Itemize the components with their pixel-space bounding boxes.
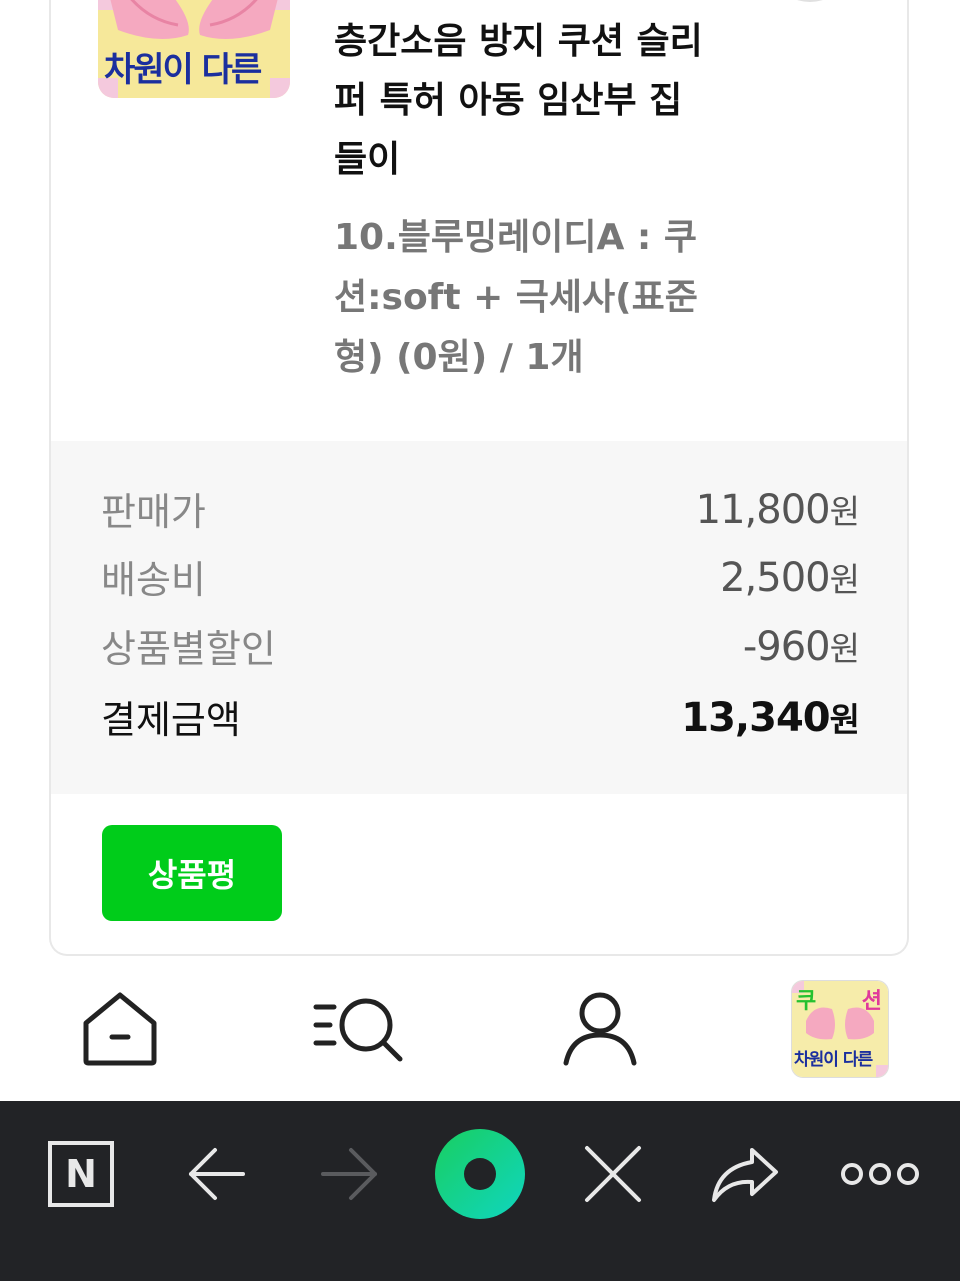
summary-amount: 2,500 bbox=[720, 554, 831, 601]
summary-label: 판매가 bbox=[101, 490, 206, 534]
tab-home[interactable] bbox=[60, 958, 180, 1100]
summary-label: 결제금액 bbox=[101, 698, 241, 742]
summary-row-shipping: 배송비 2,500원 bbox=[101, 549, 860, 604]
profile-text-left: 쿠 bbox=[796, 989, 817, 1014]
profile-thumbnail: 쿠 션 차원이 다른 bbox=[791, 980, 889, 1078]
search-list-icon bbox=[313, 998, 403, 1062]
summary-row-discount: 상품별할인 -960원 bbox=[101, 618, 860, 673]
user-icon bbox=[563, 992, 637, 1066]
summary-label: 상품별할인 bbox=[101, 627, 276, 671]
summary-row-price: 판매가 11,800원 bbox=[101, 481, 860, 536]
thumbnail-text: 차원이 다른 bbox=[104, 50, 262, 90]
tab-my[interactable] bbox=[540, 958, 660, 1100]
product-title[interactable]: 층간소음 방지 쿠션 슬리퍼 특허 아동 임산부 집들이 bbox=[334, 12, 714, 189]
summary-value: 2,500원 bbox=[720, 553, 860, 601]
bottom-tab-bar: 쿠 션 차원이 다른 bbox=[0, 958, 960, 1100]
summary-unit: 원 bbox=[829, 559, 860, 599]
summary-unit: 원 bbox=[829, 491, 860, 531]
forward-button[interactable] bbox=[304, 1101, 394, 1247]
close-icon bbox=[585, 1146, 641, 1202]
tab-search[interactable] bbox=[300, 958, 420, 1100]
naver-home-button[interactable]: N bbox=[36, 1101, 126, 1247]
forward-icon bbox=[321, 1148, 377, 1200]
summary-value: 13,340원 bbox=[681, 693, 860, 741]
green-dot-icon bbox=[435, 1129, 525, 1219]
close-button[interactable] bbox=[568, 1101, 658, 1247]
more-button[interactable] bbox=[830, 1101, 930, 1247]
review-button[interactable]: 상품평 bbox=[102, 825, 282, 921]
back-icon bbox=[189, 1148, 245, 1200]
naver-label: N bbox=[65, 1152, 97, 1196]
more-icon bbox=[841, 1163, 919, 1185]
summary-unit: 원 bbox=[829, 628, 860, 668]
back-button[interactable] bbox=[172, 1101, 262, 1247]
home-icon bbox=[83, 992, 157, 1066]
summary-label: 배송비 bbox=[101, 558, 206, 602]
summary-amount: 11,800 bbox=[695, 486, 831, 533]
browser-toolbar: N bbox=[0, 1101, 960, 1281]
summary-amount: 13,340 bbox=[681, 694, 830, 741]
payment-summary: 판매가 11,800원 배송비 2,500원 상품별할인 -960원 결제금액 … bbox=[51, 441, 907, 794]
naver-icon: N bbox=[48, 1141, 114, 1207]
product-thumbnail[interactable]: 차원이 다른 bbox=[98, 0, 290, 98]
summary-unit: 원 bbox=[829, 699, 860, 739]
summary-value: -960원 bbox=[742, 622, 860, 670]
summary-amount: -960 bbox=[742, 623, 831, 670]
tab-store-profile[interactable]: 쿠 션 차원이 다른 bbox=[780, 958, 900, 1100]
summary-value: 11,800원 bbox=[695, 485, 860, 533]
profile-text-right: 션 bbox=[861, 989, 882, 1014]
profile-text-bottom: 차원이 다른 bbox=[794, 1050, 873, 1070]
green-dot-button[interactable] bbox=[430, 1101, 530, 1247]
product-option: 10.블루밍레이디A : 쿠션:soft + 극세사(표준형) (0원) / 1… bbox=[334, 217, 698, 378]
share-button[interactable] bbox=[700, 1101, 790, 1247]
summary-row-total: 결제금액 13,340원 bbox=[101, 689, 860, 744]
share-icon bbox=[712, 1148, 778, 1202]
